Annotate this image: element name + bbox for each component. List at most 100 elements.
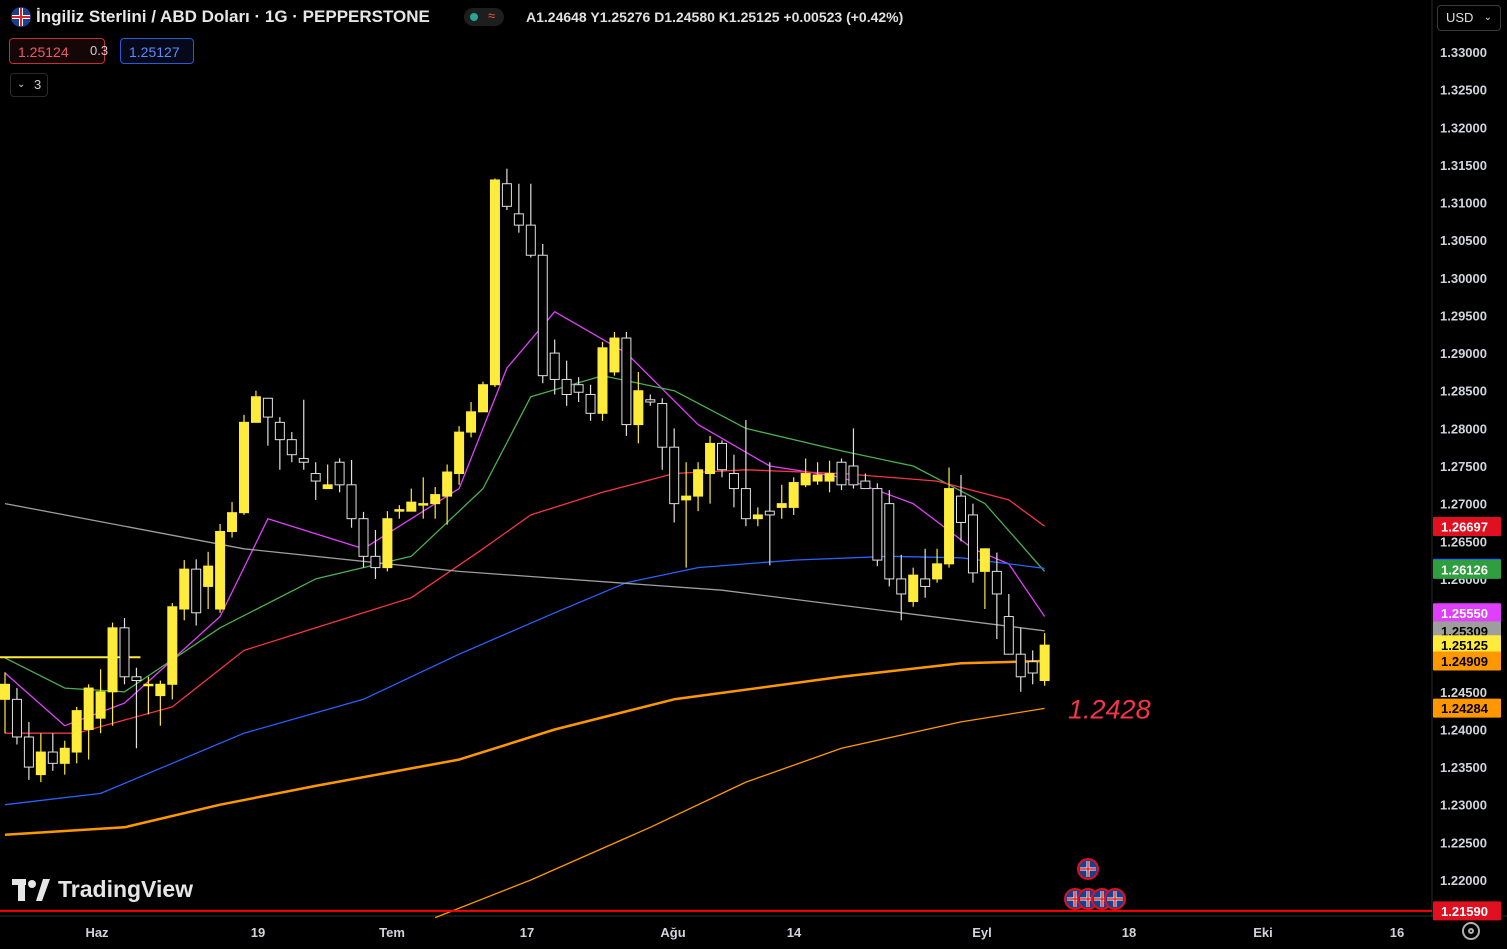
price-label-text: 1.25125	[1441, 638, 1488, 653]
candle-body	[585, 393, 596, 414]
settings-gear-icon[interactable]	[1462, 922, 1480, 940]
candle-body	[239, 421, 249, 514]
candle-body	[944, 488, 955, 565]
candle-body	[406, 501, 417, 512]
candle	[83, 684, 94, 760]
candle	[107, 622, 118, 726]
candle	[1015, 627, 1026, 692]
candle-body	[119, 627, 130, 678]
y-tick-label: 1.29500	[1440, 308, 1487, 323]
candle	[836, 458, 847, 491]
y-tick-label: 1.22500	[1440, 835, 1487, 850]
price-label-text: 1.25550	[1441, 606, 1488, 621]
buy-price-button[interactable]: 1.25127	[120, 38, 194, 64]
uk-event-flag-icon	[1104, 888, 1126, 910]
candle	[358, 511, 369, 568]
x-tick-label: 18	[1122, 925, 1136, 940]
candle-body	[717, 442, 727, 471]
y-tick-label: 1.30000	[1440, 271, 1487, 286]
candle-body	[47, 751, 58, 764]
candle	[585, 384, 596, 421]
market-status-indicator[interactable]: ≈	[464, 8, 504, 26]
candle	[394, 505, 405, 519]
candle	[262, 397, 273, 446]
candle	[35, 733, 46, 783]
candle	[728, 454, 739, 508]
candle	[788, 477, 799, 515]
price-axis-label: 1.26126	[1433, 559, 1501, 579]
candle	[740, 420, 751, 527]
candle	[681, 462, 692, 568]
candle	[406, 488, 417, 512]
candle-body	[776, 503, 787, 508]
candle-body	[1015, 653, 1026, 678]
candle-body	[633, 390, 644, 426]
candle	[59, 740, 70, 775]
candle-body	[322, 484, 333, 490]
y-tick-label: 1.30500	[1440, 233, 1487, 248]
candle-body	[848, 465, 859, 486]
candle	[956, 475, 966, 542]
candle-body	[1003, 616, 1014, 655]
candle	[513, 183, 524, 233]
candle	[525, 183, 536, 258]
price-chart[interactable]: 1.33000 1.32500 1.32000 1.31500 1.31000 1.305…	[0, 0, 1507, 949]
candle-body	[179, 568, 190, 610]
candle	[179, 560, 190, 621]
candle	[549, 339, 560, 395]
candle	[23, 721, 34, 780]
indicators-toggle[interactable]: ⌄ 3	[10, 73, 48, 97]
candle-body	[83, 687, 94, 730]
candle-body	[884, 503, 895, 580]
candle-body	[274, 421, 285, 441]
symbol-title[interactable]: İngiliz Sterlini / ABD Doları · 1G · PEP…	[36, 7, 430, 27]
x-tick-label: Haz	[85, 925, 109, 940]
candle	[501, 168, 512, 211]
candle-body	[430, 494, 441, 505]
candle-body	[561, 378, 572, 395]
candle	[430, 487, 441, 519]
y-tick-label: 1.31000	[1440, 196, 1487, 211]
market-open-dot-icon	[470, 13, 478, 21]
candle-body	[860, 480, 871, 490]
candle	[250, 390, 261, 423]
candle	[143, 676, 154, 715]
y-tick-label: 1.32500	[1440, 83, 1487, 98]
candle	[298, 399, 309, 470]
candle-body	[203, 565, 214, 587]
candle-body	[681, 495, 692, 501]
y-tick-label: 1.22000	[1440, 873, 1487, 888]
candle	[191, 559, 202, 626]
uk-event-flag-icon	[1077, 858, 1099, 880]
candle-body	[310, 473, 321, 482]
y-tick-label: 1.23000	[1440, 798, 1487, 813]
candle-body	[609, 337, 620, 373]
candle	[239, 414, 249, 515]
candle-body	[513, 213, 524, 226]
candle	[310, 462, 321, 500]
currency-select[interactable]: USD ⌄	[1437, 5, 1501, 31]
candle-body	[155, 683, 166, 697]
candle	[920, 548, 931, 598]
candle	[322, 464, 333, 490]
candle	[466, 402, 477, 438]
candle	[370, 529, 381, 579]
candle-body	[454, 431, 465, 475]
candle	[991, 552, 1002, 640]
y-tick-label: 1.27000	[1440, 497, 1487, 512]
candle-body	[549, 352, 560, 380]
candle-body	[967, 514, 978, 574]
x-tick-label: 17	[520, 925, 534, 940]
x-tick-label: Tem	[379, 925, 405, 940]
candle-body	[95, 691, 106, 719]
candle-body	[143, 683, 154, 687]
candle	[382, 511, 393, 572]
candle-body	[836, 461, 847, 486]
candle-body	[358, 518, 369, 557]
candle	[215, 523, 226, 613]
candle	[346, 459, 357, 528]
candle-body	[71, 710, 82, 753]
candle-body	[525, 224, 536, 256]
x-tick-label: 16	[1390, 925, 1404, 940]
candle	[1039, 633, 1050, 686]
